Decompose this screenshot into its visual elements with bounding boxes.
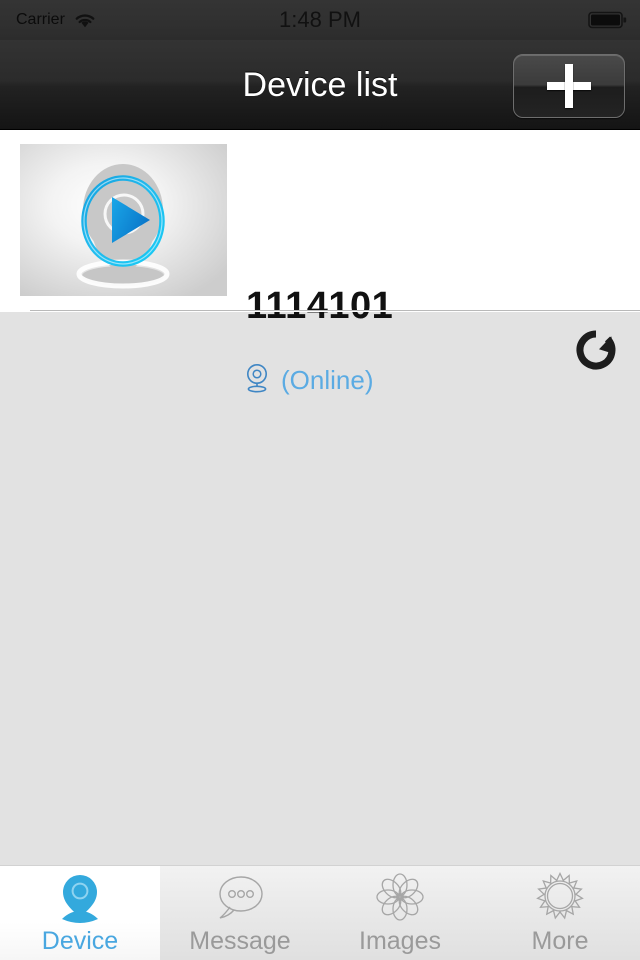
device-status-label: (Online) — [281, 365, 374, 395]
status-bar: Carrier 1:48 PM — [0, 0, 640, 40]
tab-images[interactable]: Images — [320, 866, 480, 960]
tab-more[interactable]: More — [480, 866, 640, 960]
flower-rosette-icon — [372, 872, 428, 924]
device-thumbnail[interactable] — [20, 144, 227, 296]
device-list[interactable]: 1114101 (Online) — [0, 130, 640, 866]
tab-bar: Device Message Images More — [0, 865, 640, 960]
navigation-bar: Device list — [0, 40, 640, 130]
device-status: (Online) — [242, 362, 373, 399]
device-list-row[interactable]: 1114101 (Online) — [0, 130, 640, 395]
refresh-icon[interactable] — [572, 326, 620, 374]
app-screen: Carrier 1:48 PM Device list 1114101 (Onl… — [0, 0, 640, 960]
add-device-button[interactable] — [513, 54, 625, 118]
row-separator — [0, 310, 640, 312]
webcam-icon — [242, 362, 272, 399]
tab-device[interactable]: Device — [0, 866, 160, 960]
tab-device-label: Device — [41, 927, 119, 955]
tab-images-label: Images — [359, 927, 441, 955]
tab-message-label: Message — [189, 927, 291, 955]
device-name: 1114101 — [246, 285, 394, 327]
speech-bubble-icon — [212, 872, 268, 924]
plus-icon — [547, 64, 591, 108]
sun-gear-icon — [532, 871, 588, 924]
webcam-pin-icon — [52, 872, 108, 924]
tab-more-label: More — [531, 927, 589, 955]
battery-icon — [588, 0, 628, 40]
status-time: 1:48 PM — [279, 7, 361, 32]
tab-message[interactable]: Message — [160, 866, 320, 960]
